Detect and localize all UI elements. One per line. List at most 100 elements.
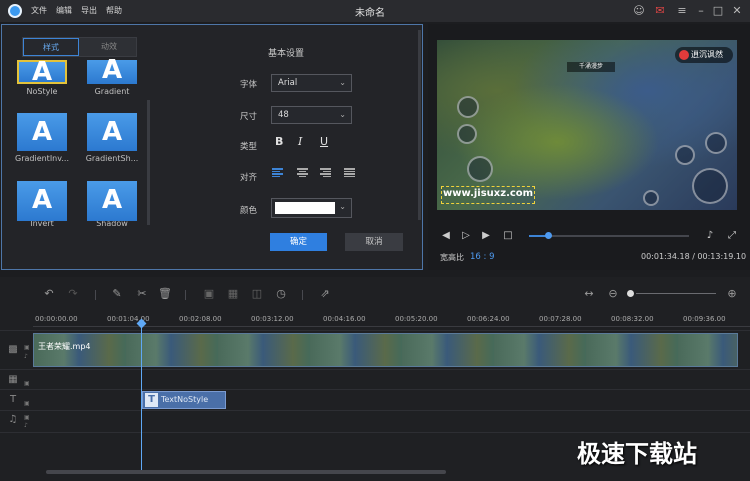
menu-icon[interactable]: ≡ <box>675 4 689 18</box>
bold-button[interactable]: B <box>275 135 283 148</box>
style-tile-invert[interactable]: A <box>17 181 67 221</box>
font-select[interactable]: Arial ⌄ <box>271 74 352 92</box>
zoom-slider-track[interactable] <box>636 293 716 294</box>
ok-button[interactable]: 确定 <box>270 233 327 251</box>
ruler-tick-label: 00:05:20.00 <box>395 315 438 323</box>
music-track-icon: ♫ <box>8 414 18 425</box>
zoom-in-icon[interactable]: ⊕ <box>725 287 739 301</box>
style-tile-label: GradientInv... <box>15 154 69 163</box>
playhead[interactable] <box>141 322 142 470</box>
delete-icon[interactable]: 🗑 <box>158 287 172 301</box>
toolbar-divider <box>185 290 186 300</box>
undo-icon[interactable]: ↶ <box>42 287 56 301</box>
playback-progress-knob[interactable] <box>545 232 552 239</box>
zoom-out-icon[interactable]: ⊖ <box>606 287 620 301</box>
chevron-down-icon: ⌄ <box>339 202 346 211</box>
redo-icon[interactable]: ↷ <box>66 287 80 301</box>
style-tile-gradient-inverse[interactable]: A <box>17 113 67 151</box>
menu-file[interactable]: 文件 <box>31 5 47 16</box>
mosaic-icon[interactable]: ▦ <box>226 287 240 301</box>
tab-animation[interactable]: 动效 <box>81 38 137 56</box>
fit-icon[interactable]: ↔ <box>582 287 596 301</box>
mute-icon[interactable]: ♪ <box>24 353 28 360</box>
next-icon[interactable]: ▶ <box>480 230 492 242</box>
timeline-scrollbar[interactable] <box>46 470 446 474</box>
ruler-tick-label: 00:04:16.00 <box>323 315 366 323</box>
track-divider <box>0 369 750 370</box>
text-clip-name: TextNoStyle <box>161 395 209 404</box>
ruler-tick-label: 00:03:12.00 <box>251 315 294 323</box>
volume-icon[interactable]: ♪ <box>704 230 716 242</box>
crop-icon[interactable]: ▣ <box>202 287 216 301</box>
zoom-slider-knob[interactable] <box>627 290 634 297</box>
underline-button[interactable]: U <box>320 135 328 148</box>
split-icon[interactable]: ◫ <box>250 287 264 301</box>
style-tile-label: NoStyle <box>26 87 58 96</box>
tab-style[interactable]: 样式 <box>23 38 79 56</box>
align-center-icon[interactable] <box>297 168 308 177</box>
previous-icon[interactable]: ◀ <box>440 230 452 242</box>
panel-scrollbar[interactable] <box>418 30 421 220</box>
style-tile-nostyle[interactable]: A <box>17 59 67 85</box>
align-justify-icon[interactable] <box>344 168 355 177</box>
aspect-ratio-value[interactable]: 16 : 9 <box>470 252 495 262</box>
italic-button[interactable]: I <box>298 135 302 148</box>
style-tile-gradient-shadow[interactable]: A <box>87 113 137 151</box>
menu-export[interactable]: 导出 <box>81 5 97 16</box>
aspect-ratio-label: 宽高比 <box>440 253 464 262</box>
close-icon[interactable]: ✕ <box>730 4 744 18</box>
style-tile-shadow[interactable]: A <box>87 181 137 221</box>
minimize-icon[interactable]: – <box>694 4 708 18</box>
lock-icon[interactable]: ▣ <box>24 380 30 387</box>
color-picker[interactable]: ⌄ <box>271 198 352 218</box>
menu-edit[interactable]: 编辑 <box>56 5 72 16</box>
font-label: 字体 <box>240 80 258 90</box>
lock-icon[interactable]: ▣ <box>24 414 30 421</box>
skill-icon <box>675 145 695 165</box>
track-divider <box>0 389 750 390</box>
timecode: 00:01:34.18 / 00:13:19.10 <box>641 252 747 261</box>
play-icon[interactable]: ▷ <box>460 230 472 242</box>
ruler-tick-label: 00:06:24.00 <box>467 315 510 323</box>
size-select[interactable]: 48 ⌄ <box>271 106 352 124</box>
track-divider <box>0 330 750 331</box>
app-logo-icon <box>8 4 22 18</box>
playback-progress-track[interactable] <box>529 235 689 237</box>
edit-icon[interactable]: ✎ <box>110 287 124 301</box>
cut-icon[interactable]: ✂ <box>135 287 149 301</box>
text-clip-icon: T <box>145 393 158 407</box>
skill-icon <box>457 124 477 144</box>
menu-help[interactable]: 帮助 <box>106 5 122 16</box>
skill-icon <box>705 132 727 154</box>
align-label: 对齐 <box>240 173 258 183</box>
lock-icon[interactable]: ▣ <box>24 344 30 351</box>
maximize-icon[interactable]: □ <box>711 4 725 18</box>
align-right-icon[interactable] <box>320 168 331 177</box>
document-title: 未命名 <box>355 8 385 19</box>
attack-button-icon <box>692 168 728 204</box>
text-track-icon: T <box>9 394 17 405</box>
lock-icon[interactable]: ▣ <box>24 400 30 407</box>
toolbar-divider <box>95 290 96 300</box>
color-swatch <box>275 202 335 214</box>
mute-icon[interactable]: ♪ <box>24 422 28 429</box>
skill-icon <box>643 190 659 206</box>
skill-icon <box>457 96 479 118</box>
user-icon[interactable]: ☺ <box>632 4 646 18</box>
align-left-icon[interactable] <box>272 168 283 177</box>
duration-icon[interactable]: ◷ <box>274 287 288 301</box>
cancel-button[interactable]: 取消 <box>345 233 403 251</box>
video-preview[interactable]: 逍沉讽然 千涌漫步 www.jisuxz.com <box>437 40 737 210</box>
channel-badge: 逍沉讽然 <box>675 47 733 63</box>
color-label: 颜色 <box>240 206 258 216</box>
style-list-scrollbar[interactable] <box>147 100 150 225</box>
stop-icon[interactable]: □ <box>502 230 514 242</box>
ruler-tick-label: 00:09:36.00 <box>683 315 726 323</box>
style-tile-gradient[interactable]: A <box>87 57 137 84</box>
text-clip[interactable]: T TextNoStyle <box>142 391 226 409</box>
fullscreen-icon[interactable]: ⤢ <box>726 230 738 242</box>
message-icon[interactable]: ✉ <box>653 4 667 18</box>
style-tile-label: Shadow <box>96 221 128 227</box>
export-icon[interactable]: ⇗ <box>318 287 332 301</box>
video-clip[interactable] <box>33 333 738 367</box>
